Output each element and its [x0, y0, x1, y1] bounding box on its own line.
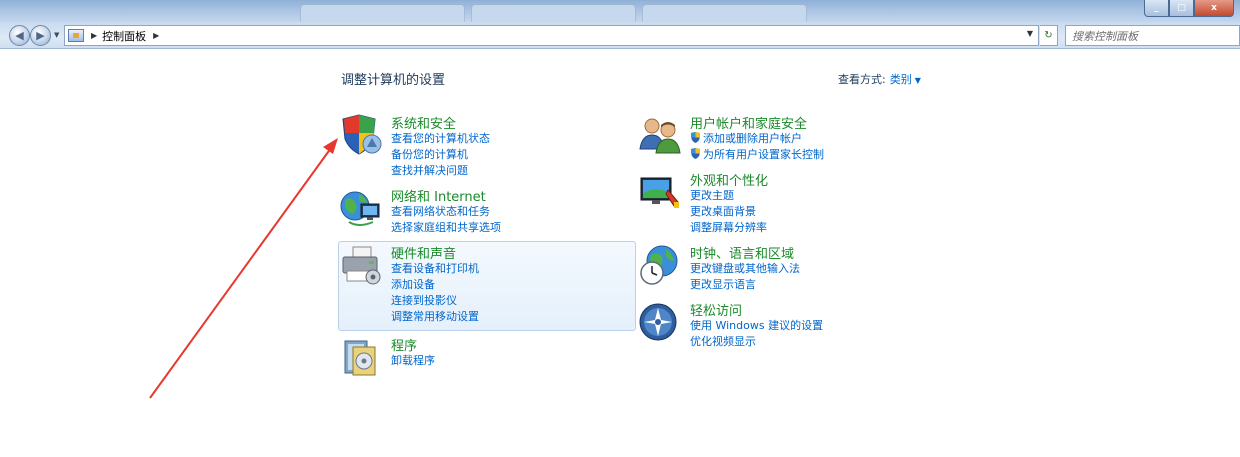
annotation-arrow [149, 138, 338, 399]
